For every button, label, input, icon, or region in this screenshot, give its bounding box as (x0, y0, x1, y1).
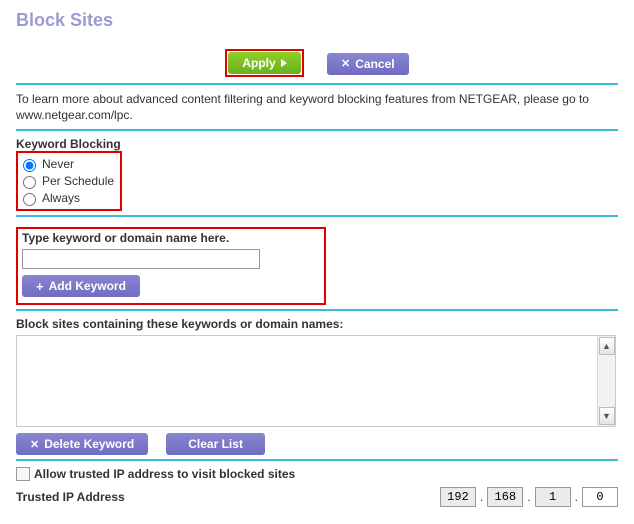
delete-keyword-button[interactable]: ✕ Delete Keyword (16, 433, 148, 455)
radio-always-input[interactable] (23, 193, 36, 206)
radio-per-schedule[interactable]: Per Schedule (18, 173, 114, 189)
trusted-checkbox-label: Allow trusted IP address to visit blocke… (34, 467, 295, 481)
list-buttons: ✕ Delete Keyword Clear List (16, 433, 618, 455)
keyword-entry-label: Type keyword or domain name here. (22, 231, 260, 245)
cancel-label: Cancel (355, 57, 394, 71)
trusted-checkbox[interactable] (16, 467, 30, 481)
keyword-blocking-label: Keyword Blocking (16, 137, 618, 151)
radio-always-label: Always (42, 191, 80, 205)
delete-keyword-label: Delete Keyword (44, 437, 134, 451)
dot: . (527, 490, 530, 504)
info-text: To learn more about advanced content fil… (16, 91, 618, 123)
divider (16, 215, 618, 217)
keyword-blocking-options: Never Per Schedule Always (16, 151, 122, 211)
trusted-ip-label: Trusted IP Address (16, 490, 125, 504)
play-icon (281, 59, 287, 67)
trusted-checkbox-row[interactable]: Allow trusted IP address to visit blocke… (16, 467, 618, 481)
block-list-label: Block sites containing these keywords or… (16, 317, 618, 331)
ip-octet-4[interactable] (582, 487, 618, 507)
trusted-section: Allow trusted IP address to visit blocke… (16, 467, 618, 507)
apply-button[interactable]: Apply (228, 52, 300, 74)
cancel-button[interactable]: ✕ Cancel (327, 53, 409, 75)
trusted-ip-fields: . . . (440, 487, 618, 507)
dot: . (575, 490, 578, 504)
trusted-ip-row: Trusted IP Address . . . (16, 487, 618, 507)
close-icon: ✕ (341, 57, 350, 70)
radio-always[interactable]: Always (18, 190, 114, 206)
close-icon: ✕ (30, 438, 39, 451)
scroll-down-icon[interactable]: ▼ (599, 407, 615, 425)
scrollbar[interactable]: ▲ ▼ (597, 336, 615, 426)
clear-list-label: Clear List (188, 437, 243, 451)
radio-never-input[interactable] (23, 159, 36, 172)
apply-highlight: Apply (225, 49, 303, 77)
block-list[interactable]: ▲ ▼ (16, 335, 616, 427)
dot: . (480, 490, 483, 504)
block-list-items (17, 336, 597, 426)
divider (16, 83, 618, 85)
keyword-input[interactable] (22, 249, 260, 269)
ip-octet-1 (440, 487, 476, 507)
radio-per-schedule-label: Per Schedule (42, 174, 114, 188)
radio-never[interactable]: Never (18, 156, 114, 172)
divider (16, 309, 618, 311)
add-keyword-label: Add Keyword (49, 279, 126, 293)
ip-octet-3 (535, 487, 571, 507)
top-button-bar: Apply ✕ Cancel (16, 49, 618, 77)
radio-per-schedule-input[interactable] (23, 176, 36, 189)
page-title: Block Sites (16, 10, 618, 31)
divider (16, 459, 618, 461)
scroll-up-icon[interactable]: ▲ (599, 337, 615, 355)
divider (16, 129, 618, 131)
plus-icon: + (36, 279, 44, 294)
add-keyword-button[interactable]: + Add Keyword (22, 275, 140, 297)
clear-list-button[interactable]: Clear List (166, 433, 265, 455)
radio-never-label: Never (42, 157, 74, 171)
keyword-entry-section: Type keyword or domain name here. + Add … (16, 227, 326, 305)
ip-octet-2 (487, 487, 523, 507)
apply-label: Apply (242, 56, 275, 70)
